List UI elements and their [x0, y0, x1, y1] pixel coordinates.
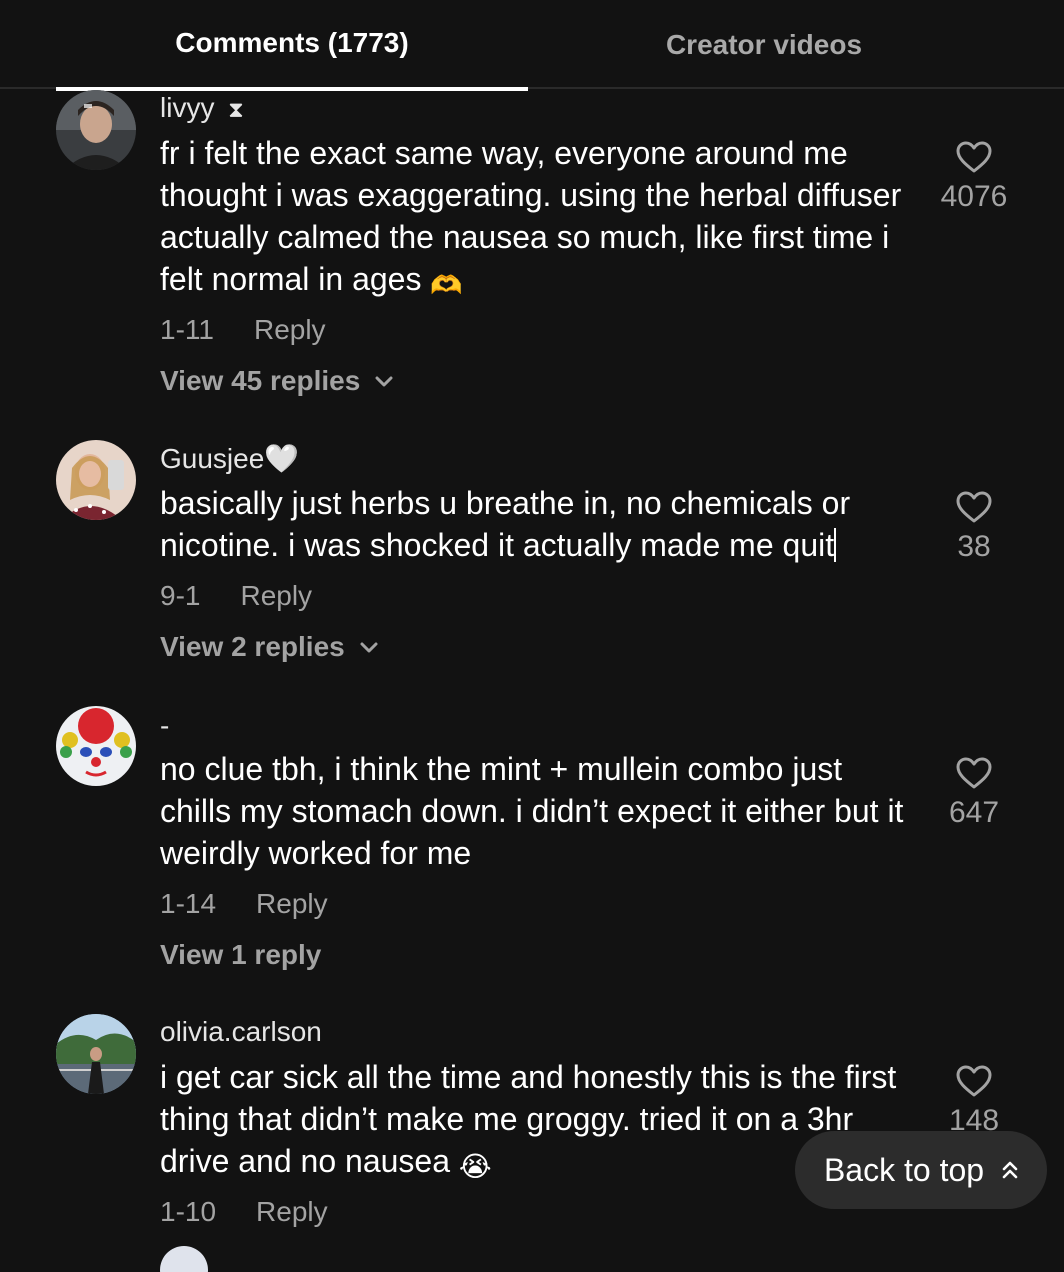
tab-comments[interactable]: Comments (1773) — [56, 0, 528, 91]
chevron-down-icon — [360, 642, 378, 653]
crying-face-emoji: 😭 — [458, 1151, 492, 1182]
heart-hands-emoji: 🫶 — [430, 270, 463, 300]
avatar[interactable] — [56, 1014, 136, 1094]
comment-date: 1-10 — [160, 1196, 217, 1227]
reply-avatar — [160, 1246, 208, 1272]
comment-date: 1-11 — [160, 314, 214, 345]
like-button[interactable]: 4076 — [924, 140, 1024, 214]
back-to-top-button[interactable]: Back to top — [795, 1131, 1047, 1209]
avatar[interactable] — [56, 706, 136, 786]
comment-text: fr i felt the exact same way, everyone a… — [160, 132, 920, 306]
reply-button[interactable]: Reply — [256, 1196, 328, 1228]
back-to-top-label: Back to top — [823, 1151, 985, 1188]
like-button[interactable]: 647 — [924, 756, 1024, 830]
comment-meta: 1-10 Reply — [160, 1196, 328, 1228]
tab-creator-videos[interactable]: Creator videos — [528, 0, 1000, 89]
view-replies-button[interactable]: View 45 replies — [160, 365, 394, 397]
tab-comments-label: Comments (1773) — [175, 26, 409, 58]
username[interactable]: Guusjee🤍 — [160, 442, 299, 475]
view-replies-label: View 1 reply — [160, 939, 322, 970]
double-chevron-up-icon — [1002, 1161, 1018, 1179]
like-count: 647 — [948, 796, 1000, 829]
comment-meta: 9-1 Reply — [160, 580, 312, 612]
username[interactable]: olivia.carlson — [160, 1016, 322, 1048]
like-button[interactable]: 38 — [924, 490, 1024, 564]
like-count: 4076 — [940, 180, 1008, 213]
hourglass-icon: ⧗ — [228, 97, 244, 122]
view-replies-button[interactable]: View 2 replies — [160, 631, 379, 663]
heart-outline-icon — [956, 1065, 992, 1097]
reply-button[interactable]: Reply — [254, 314, 326, 346]
active-tab-indicator — [56, 87, 528, 91]
avatar[interactable] — [56, 440, 136, 520]
comment-meta: 1-11 Reply — [160, 314, 326, 346]
text-cursor — [834, 528, 837, 562]
reply-button[interactable]: Reply — [240, 580, 312, 612]
comment-text: basically just herbs u breathe in, no ch… — [160, 485, 851, 563]
heart-outline-icon — [956, 141, 992, 173]
like-button[interactable]: 148 — [924, 1064, 1024, 1138]
heart-outline-icon — [956, 491, 992, 523]
username[interactable]: - — [160, 710, 169, 742]
view-replies-label: View 45 replies — [160, 365, 361, 396]
heart-outline-icon — [956, 757, 992, 789]
avatar[interactable] — [56, 90, 136, 170]
reply-button[interactable]: Reply — [256, 888, 328, 920]
tab-creator-videos-label: Creator videos — [665, 28, 863, 60]
comment-text: no clue tbh, i think the mint + mullein … — [160, 751, 904, 871]
comment-date: 9-1 — [160, 580, 201, 611]
view-replies-button[interactable]: View 1 reply — [160, 939, 321, 971]
like-count: 38 — [957, 530, 991, 563]
comments-panel: Comments (1773) Creator videos livyy ⧗ f… — [0, 0, 1064, 1272]
comment-meta: 1-14 Reply — [160, 888, 328, 920]
tab-bar: Comments (1773) Creator videos — [0, 0, 1064, 91]
chevron-down-icon — [375, 376, 393, 387]
username[interactable]: livyy ⧗ — [160, 92, 244, 124]
view-replies-label: View 2 replies — [160, 631, 345, 662]
comment-date: 1-14 — [160, 888, 217, 919]
